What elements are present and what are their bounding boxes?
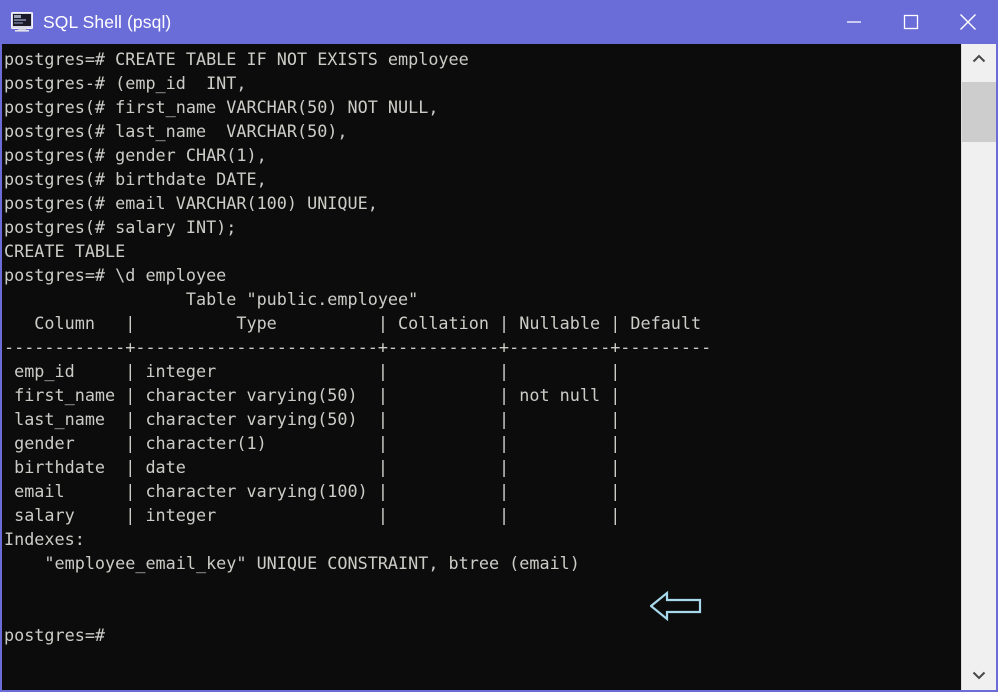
scroll-down-button[interactable] <box>962 660 996 690</box>
terminal-console[interactable]: postgres=# CREATE TABLE IF NOT EXISTS em… <box>2 44 961 690</box>
terminal-area: postgres=# CREATE TABLE IF NOT EXISTS em… <box>2 44 996 690</box>
terminal-output: postgres=# CREATE TABLE IF NOT EXISTS em… <box>4 49 712 645</box>
maximize-icon <box>903 14 918 30</box>
left-arrow-annotation-icon <box>650 590 702 622</box>
window-title: SQL Shell (psql) <box>43 11 172 32</box>
title-bar[interactable]: SQL Shell (psql) <box>2 0 996 44</box>
minimize-icon <box>846 21 861 23</box>
scrollbar-thumb[interactable] <box>962 82 996 142</box>
close-icon <box>959 14 976 30</box>
scroll-up-button[interactable] <box>962 44 996 74</box>
maximize-button[interactable] <box>882 0 939 44</box>
vertical-scrollbar[interactable] <box>961 44 996 690</box>
chevron-down-icon <box>972 671 986 680</box>
sql-shell-window: SQL Shell (psql) postgres=# CREATE TABLE… <box>0 0 998 692</box>
minimize-button[interactable] <box>825 0 882 44</box>
scrollbar-track[interactable] <box>962 74 996 660</box>
chevron-up-icon <box>972 54 986 63</box>
close-button[interactable] <box>939 0 996 44</box>
terminal-monitor-icon <box>11 12 33 32</box>
